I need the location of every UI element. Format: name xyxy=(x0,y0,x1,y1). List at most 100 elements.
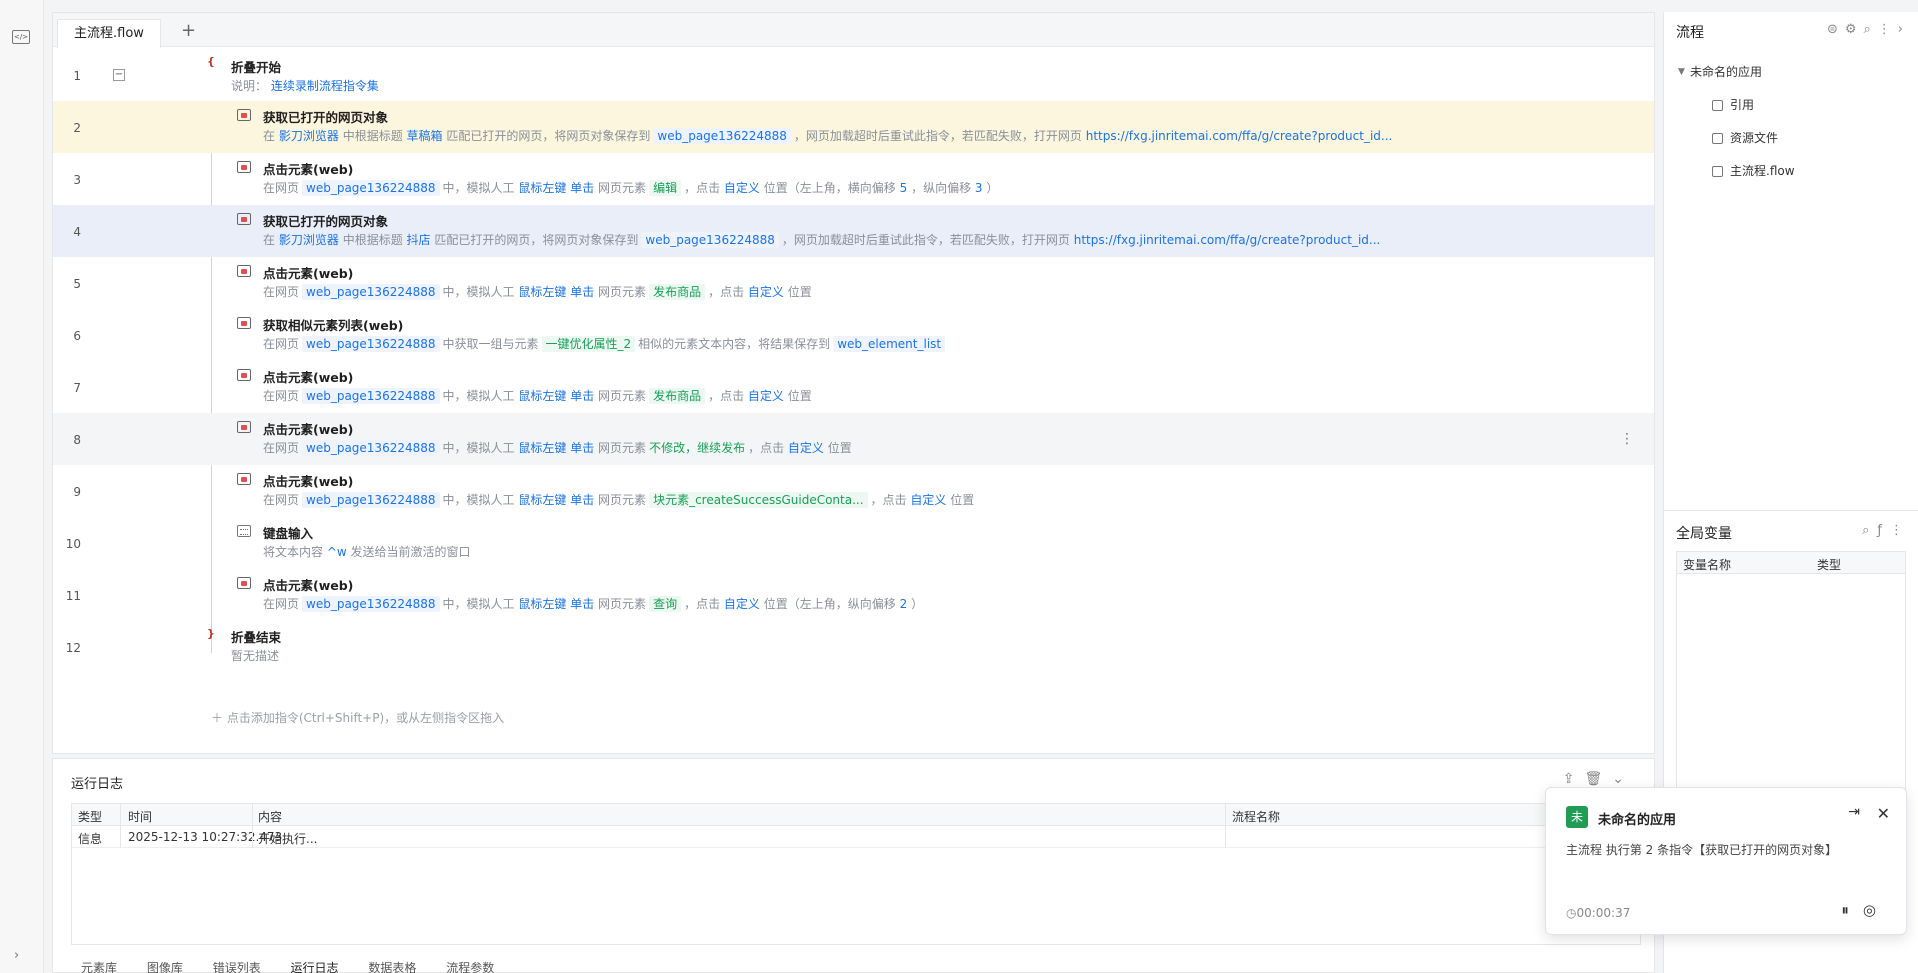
command-desc: 在网页 web_page136224888 中获取一组与元素 一键优化属性_2 相似的元… xyxy=(263,335,948,352)
tab-data-table[interactable]: 数据表格 xyxy=(368,961,416,973)
close-icon[interactable]: ✕ xyxy=(1877,804,1890,823)
click-element-icon xyxy=(237,369,251,381)
flow-editor: 主流程.flow + 1 − { 折叠开始 说明： 连续录制流程指令集 2 获取… xyxy=(52,12,1655,754)
command-title: 点击元素(web) xyxy=(263,266,354,281)
tab-error-list[interactable]: 错误列表 xyxy=(213,961,261,973)
divider xyxy=(1225,804,1226,848)
tab-image-library[interactable]: 图像库 xyxy=(147,961,183,973)
add-command-hint[interactable]: ＋ 点击添加指令(Ctrl+Shift+P)，或从左侧指令区拖入 xyxy=(211,709,504,726)
click-element-icon xyxy=(237,161,251,173)
command-title: 获取已打开的网页对象 xyxy=(263,214,389,229)
command-row[interactable]: 8 点击元素(web) 在网页 web_page136224888 中，模拟人工 鼠… xyxy=(53,413,1654,465)
run-log-panel: 运行日志 ⇪🗑⌄ 类型 时间 内容 流程名称 信息 2025-12-13 10:… xyxy=(52,758,1655,973)
log-content: 开始执行... xyxy=(258,832,318,846)
tree-item-reference[interactable]: 引用 xyxy=(1676,89,1795,122)
click-element-icon xyxy=(237,421,251,433)
globals-table-header: 变量名称 类型 xyxy=(1677,552,1905,574)
command-row[interactable]: 6 获取相似元素列表(web) 在网页 web_page136224888 中获取一… xyxy=(53,309,1654,361)
flow-tree: ▼ 未命名的应用 引用 资源文件 主流程.flow xyxy=(1676,56,1795,188)
more-icon[interactable]: ⋮ xyxy=(1890,523,1911,538)
col-var-name: 变量名称 xyxy=(1683,558,1732,572)
log-toolbar: ⇪🗑⌄ xyxy=(1563,771,1634,787)
caret-down-icon: ▼ xyxy=(1678,67,1685,77)
click-element-icon xyxy=(237,473,251,485)
divider xyxy=(120,804,121,848)
search-icon[interactable]: ⌕ xyxy=(1864,22,1878,37)
line-number: 11 xyxy=(65,589,81,603)
flow-panel-title: 流程 xyxy=(1676,25,1704,41)
line-number: 4 xyxy=(73,225,81,239)
command-row[interactable]: 12 } 折叠结束 暂无描述 xyxy=(53,621,1654,673)
command-title: 键盘输入 xyxy=(263,526,314,541)
command-desc: 暂无描述 xyxy=(231,649,280,663)
reference-icon xyxy=(1712,100,1723,111)
col-flow-name: 流程名称 xyxy=(1232,810,1281,824)
code-icon[interactable]: </> xyxy=(12,30,30,44)
run-controls: ⏸◎ xyxy=(1841,901,1890,919)
export-icon[interactable]: ⇪ xyxy=(1563,771,1585,787)
command-row[interactable]: 5 点击元素(web) 在网页 web_page136224888 中，模拟人工 鼠… xyxy=(53,257,1654,309)
command-row[interactable]: 9 点击元素(web) 在网页 web_page136224888 中，模拟人工 鼠… xyxy=(53,465,1654,517)
tab-element-library[interactable]: 元素库 xyxy=(81,961,117,973)
command-row[interactable]: 3 点击元素(web) 在网页 web_page136224888 中，模拟人工 鼠… xyxy=(53,153,1654,205)
more-icon[interactable]: ⋮ xyxy=(1878,22,1898,37)
pause-icon[interactable]: ⏸ xyxy=(1841,901,1863,919)
command-list: 1 − { 折叠开始 说明： 连续录制流程指令集 2 获取已打开的网页对象 在 … xyxy=(53,49,1654,725)
left-rail: </> › xyxy=(0,0,44,973)
log-table: 类型 时间 内容 流程名称 信息 2025-12-13 10:27:32.473… xyxy=(71,803,1641,945)
log-title: 运行日志 xyxy=(71,777,124,792)
app-badge: 未 xyxy=(1566,806,1588,828)
dock-icon[interactable]: ⇥ xyxy=(1848,804,1860,820)
command-desc: 在 影刀浏览器 中根据标题 抖店 匹配已打开的网页，将网页对象保存到 web_pa… xyxy=(263,232,1381,248)
tree-root[interactable]: ▼ 未命名的应用 xyxy=(1676,56,1795,89)
command-row[interactable]: 2 获取已打开的网页对象 在 影刀浏览器 中根据标题 草稿箱 匹配已打开的网页，… xyxy=(53,101,1654,153)
command-desc: 在网页 web_page136224888 中，模拟人工 鼠标左键 单击 网页元素不… xyxy=(263,440,852,456)
keyboard-icon xyxy=(237,525,251,537)
stop-icon[interactable]: ◎ xyxy=(1863,901,1890,919)
col-type: 类型 xyxy=(78,810,103,824)
tree-item-resources[interactable]: 资源文件 xyxy=(1676,122,1795,155)
collapse-panel-icon[interactable]: › xyxy=(1898,22,1910,37)
command-row[interactable]: 7 点击元素(web) 在网页 web_page136224888 中，模拟人工 鼠… xyxy=(53,361,1654,413)
more-menu-icon[interactable]: ⋮ xyxy=(1620,431,1634,447)
command-row[interactable]: 11 点击元素(web) 在网页 web_page136224888 中，模拟人工 … xyxy=(53,569,1654,621)
tab-main-flow[interactable]: 主流程.flow xyxy=(57,19,161,48)
bottom-tabs: 元素库 图像库 错误列表 运行日志 数据表格 流程参数 xyxy=(81,959,520,973)
tree-item-main-flow[interactable]: 主流程.flow xyxy=(1676,155,1795,188)
line-number: 1 xyxy=(73,69,81,83)
line-number: 5 xyxy=(73,277,81,291)
fold-end-icon: } xyxy=(207,627,215,640)
expand-chevron-icon[interactable]: › xyxy=(14,948,19,963)
settings-icon[interactable]: ⚙ xyxy=(1845,22,1864,37)
collapse-toggle[interactable]: − xyxy=(113,69,125,81)
web-page-icon xyxy=(237,213,251,225)
command-desc: 在网页 web_page136224888 中，模拟人工 鼠标左键 单击 网页元素块… xyxy=(263,492,975,508)
command-title: 折叠结束 xyxy=(231,630,282,645)
command-row[interactable]: 10 键盘输入 将文本内容 ^w 发送给当前激活的窗口 xyxy=(53,517,1654,569)
line-number: 3 xyxy=(73,173,81,187)
search-icon[interactable]: ⌕ xyxy=(1862,523,1877,538)
chevron-down-icon[interactable]: ⌄ xyxy=(1612,771,1634,787)
command-desc: 在网页 web_page136224888 中，模拟人工 鼠标左键 单击 网页元素编… xyxy=(263,180,999,196)
add-tab-button[interactable]: + xyxy=(181,19,196,43)
flow-panel-toolbar: ⊜⚙⌕⋮› xyxy=(1827,22,1910,37)
elapsed-time: ◷00:00:37 xyxy=(1566,906,1631,920)
command-row[interactable]: 1 − { 折叠开始 说明： 连续录制流程指令集 xyxy=(53,49,1654,101)
line-number: 6 xyxy=(73,329,81,343)
tab-run-log[interactable]: 运行日志 xyxy=(291,961,339,973)
log-table-header: 类型 时间 内容 流程名称 xyxy=(72,804,1640,826)
log-type: 信息 xyxy=(78,832,103,846)
function-icon[interactable]: ƒ xyxy=(1877,523,1890,538)
command-title: 折叠开始 xyxy=(231,60,282,75)
command-desc: 说明： 连续录制流程指令集 xyxy=(231,79,379,93)
import-icon[interactable]: ⊜ xyxy=(1827,22,1845,37)
tab-bar: 主流程.flow + xyxy=(53,13,1654,48)
command-title: 点击元素(web) xyxy=(263,370,354,385)
line-number: 7 xyxy=(73,381,81,395)
tab-flow-params[interactable]: 流程参数 xyxy=(446,961,494,973)
element-list-icon xyxy=(237,317,251,329)
trash-icon[interactable]: 🗑 xyxy=(1584,771,1612,787)
table-row[interactable]: 信息 2025-12-13 10:27:32.473 开始执行... xyxy=(72,826,1640,848)
command-row[interactable]: 4 获取已打开的网页对象 在 影刀浏览器 中根据标题 抖店 匹配已打开的网页，将… xyxy=(53,205,1654,257)
app-window: </> › 主流程.flow + 1 − { 折叠开始 说明： 连续录制流程指令… xyxy=(0,0,1918,973)
